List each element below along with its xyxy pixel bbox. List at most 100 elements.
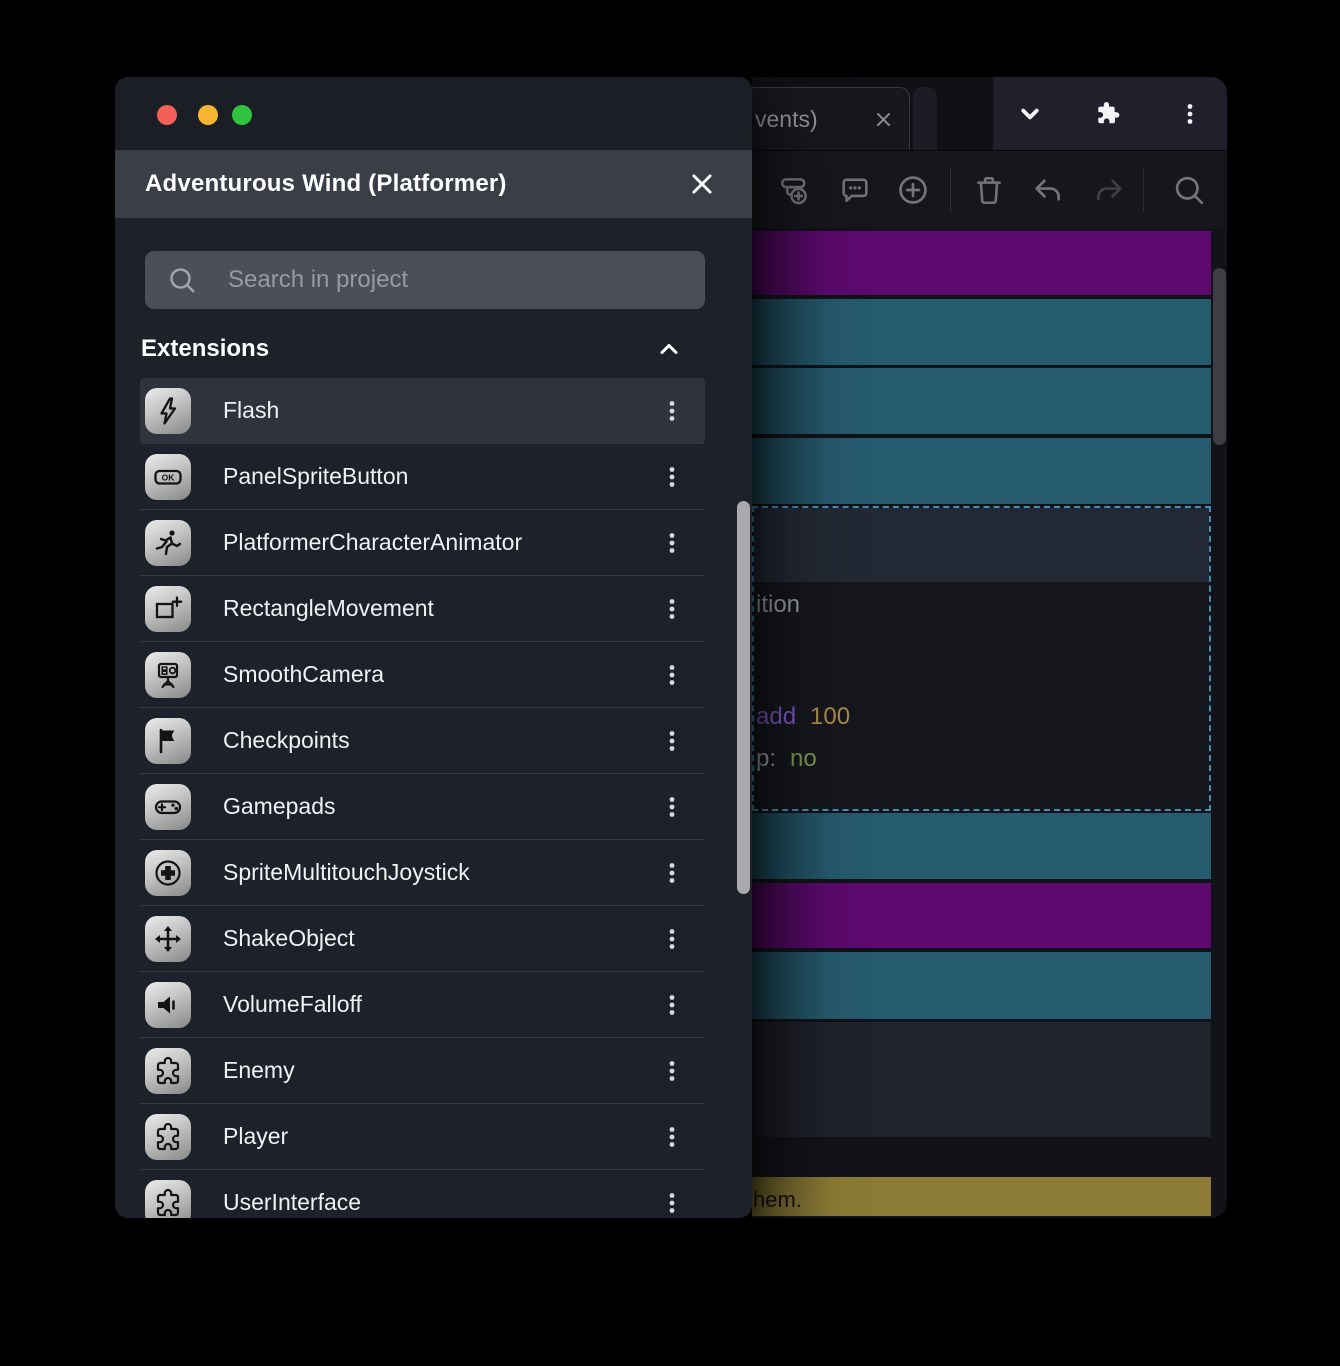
add-comment-icon[interactable] <box>838 173 872 207</box>
event-row[interactable] <box>752 1022 1211 1137</box>
puzzle-icon[interactable] <box>1095 100 1122 127</box>
event-condition-block[interactable] <box>754 508 1209 582</box>
extension-row-enemy[interactable]: Enemy <box>140 1038 705 1104</box>
add-sub-event-icon[interactable] <box>778 173 812 207</box>
tab-events-label: vents) <box>755 106 818 132</box>
kebab-icon[interactable] <box>660 924 684 954</box>
project-manager-header: Adventurous Wind (Platformer) <box>115 150 752 218</box>
extension-label: RectangleMovement <box>223 595 434 621</box>
toolbar-separator <box>950 168 951 212</box>
kebab-icon[interactable] <box>660 396 684 426</box>
event-code-fragment: 100 <box>810 703 851 730</box>
extension-row-panelspritebutton[interactable]: OK PanelSpriteButton <box>140 444 705 510</box>
event-code-fragment: no <box>790 745 817 772</box>
toolbar-separator <box>1143 168 1144 212</box>
extension-label: ShakeObject <box>223 925 355 951</box>
search-input[interactable] <box>228 266 689 294</box>
extension-row-smoothcamera[interactable]: SmoothCamera <box>140 642 705 708</box>
puzzle-outline-icon <box>145 1114 191 1160</box>
kebab-icon[interactable] <box>660 726 684 756</box>
event-row[interactable] <box>752 813 1211 879</box>
traffic-light-close[interactable] <box>157 105 177 125</box>
chevron-up-icon[interactable] <box>657 337 681 361</box>
event-row-selected[interactable]: ition add 100 p: no <box>752 506 1211 811</box>
panel-scrollbar-thumb[interactable] <box>737 501 750 894</box>
undo-icon[interactable] <box>1031 173 1065 207</box>
project-manager-body: Extensions Flash OK PanelSpriteButton Platf… <box>115 218 752 1218</box>
page-title: Adventurous Wind (Platformer) <box>145 170 507 197</box>
events-scrollbar-thumb[interactable] <box>1213 268 1226 445</box>
kebab-icon[interactable] <box>1178 102 1202 126</box>
extension-row-gamepads[interactable]: Gamepads <box>140 774 705 840</box>
kebab-icon[interactable] <box>660 1188 684 1218</box>
event-row[interactable] <box>752 438 1211 504</box>
extension-row-userinterface[interactable]: UserInterface <box>140 1170 705 1218</box>
extension-row-platformercharacteranimator[interactable]: PlatformerCharacterAnimator <box>140 510 705 576</box>
event-code-line: p: no <box>756 745 817 773</box>
traffic-light-minimize[interactable] <box>198 105 218 125</box>
ok-button-icon: OK <box>145 454 191 500</box>
kebab-icon[interactable] <box>660 660 684 690</box>
clipped-circle-icon[interactable] <box>752 173 767 207</box>
extension-label: PanelSpriteButton <box>223 463 409 489</box>
extension-row-flash[interactable]: Flash <box>140 378 705 444</box>
extension-label: Checkpoints <box>223 727 350 753</box>
event-row[interactable] <box>752 883 1211 948</box>
extension-row-volumefalloff[interactable]: VolumeFalloff <box>140 972 705 1038</box>
tab-events[interactable]: vents) <box>752 87 910 151</box>
search-input-wrapper[interactable] <box>145 251 705 309</box>
event-row[interactable] <box>752 368 1211 434</box>
project-manager-dialog: Adventurous Wind (Platformer) Extensions… <box>115 77 752 1218</box>
extension-row-shakeobject[interactable]: ShakeObject <box>140 906 705 972</box>
puzzle-outline-icon <box>145 1180 191 1218</box>
redo-icon[interactable] <box>1092 173 1126 207</box>
close-icon[interactable] <box>874 110 893 129</box>
section-title: Extensions <box>141 335 270 362</box>
screenshot-stage: vents) ition add 100 p: no hem. Adventurous W… <box>0 0 1340 1366</box>
svg-text:OK: OK <box>162 473 176 483</box>
events-sheet: ition add 100 p: no hem. <box>752 228 1227 1218</box>
kebab-icon[interactable] <box>660 462 684 492</box>
extensions-section-header[interactable]: Extensions <box>141 331 705 367</box>
runner-icon <box>145 520 191 566</box>
extension-row-rectanglemovement[interactable]: RectangleMovement <box>140 576 705 642</box>
extension-label: Gamepads <box>223 793 336 819</box>
kebab-icon[interactable] <box>660 792 684 822</box>
search-icon[interactable] <box>1172 173 1206 207</box>
tab-inactive-sliver[interactable] <box>913 87 937 151</box>
flash-icon <box>145 388 191 434</box>
kebab-icon[interactable] <box>660 528 684 558</box>
kebab-icon[interactable] <box>660 594 684 624</box>
kebab-icon[interactable] <box>660 1056 684 1086</box>
kebab-icon[interactable] <box>660 990 684 1020</box>
window-controls <box>993 77 1227 150</box>
camera-icon <box>145 652 191 698</box>
kebab-icon[interactable] <box>660 1122 684 1152</box>
extension-label: SpriteMultitouchJoystick <box>223 859 470 885</box>
chevron-down-icon[interactable] <box>1017 100 1044 127</box>
add-circle-icon[interactable] <box>896 173 930 207</box>
event-row[interactable] <box>752 299 1211 365</box>
flag-icon <box>145 718 191 764</box>
extension-row-checkpoints[interactable]: Checkpoints <box>140 708 705 774</box>
traffic-light-zoom[interactable] <box>232 105 252 125</box>
extension-label: UserInterface <box>223 1189 362 1215</box>
rectangle-plus-icon <box>145 586 191 632</box>
editor-tab-bar: vents) <box>752 77 1227 151</box>
extension-label: Player <box>223 1123 289 1149</box>
trash-icon[interactable] <box>972 173 1006 207</box>
event-row[interactable] <box>752 952 1211 1019</box>
extension-row-spritemultitouchjoystick[interactable]: SpriteMultitouchJoystick <box>140 840 705 906</box>
joystick-icon <box>145 850 191 896</box>
close-icon[interactable] <box>688 170 716 198</box>
comment-row[interactable]: hem. <box>752 1177 1211 1216</box>
extension-label: SmoothCamera <box>223 661 385 687</box>
events-toolbar <box>752 150 1227 228</box>
event-code-line: add 100 <box>756 703 850 731</box>
extension-label: VolumeFalloff <box>223 991 362 1017</box>
extension-row-player[interactable]: Player <box>140 1104 705 1170</box>
extensions-list: Flash OK PanelSpriteButton PlatformerCharac… <box>140 378 705 1218</box>
kebab-icon[interactable] <box>660 858 684 888</box>
extension-label: Enemy <box>223 1057 295 1083</box>
event-row[interactable] <box>752 231 1211 295</box>
